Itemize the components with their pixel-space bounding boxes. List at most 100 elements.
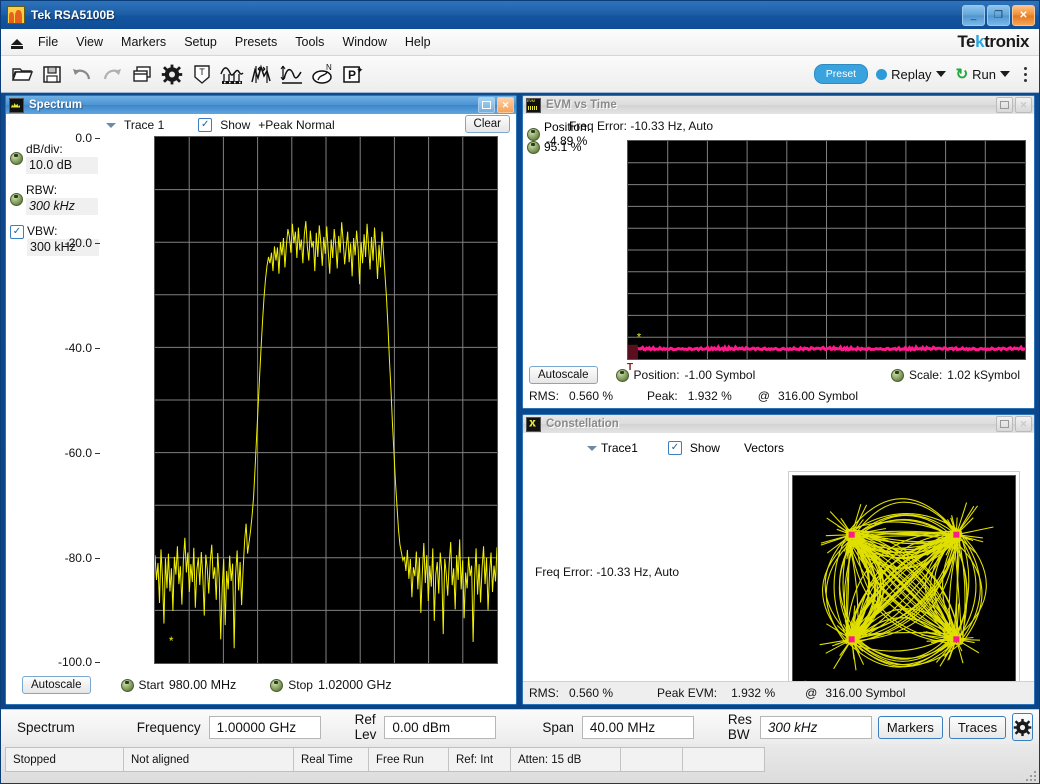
- constellation-trace-label: Trace1: [601, 441, 638, 455]
- preset-p-icon[interactable]: P ✦: [337, 59, 367, 89]
- evm-scale-value[interactable]: 1.02 kSymbol: [947, 368, 1020, 382]
- spectrum-body: Trace 1 ✓ Show +Peak Normal Clear dB/div…: [6, 114, 516, 704]
- constellation-panel: Constellation ✕ Trace1 ✓ Show Vectors Fr…: [522, 414, 1035, 705]
- stop-value[interactable]: 1.02000 GHz: [318, 678, 392, 692]
- measurement-label: Spectrum: [17, 719, 75, 735]
- close-button[interactable]: ✕: [1012, 5, 1035, 26]
- menu-markers[interactable]: Markers: [112, 32, 175, 52]
- frequency-label: Frequency: [136, 719, 201, 735]
- kebab-menu-icon[interactable]: [1018, 66, 1033, 82]
- spectrum-show-checkbox[interactable]: ✓: [198, 118, 213, 132]
- run-label: Run: [972, 66, 996, 82]
- resize-grip[interactable]: [1022, 767, 1036, 781]
- evm-position-value[interactable]: -4.89 %: [546, 134, 587, 148]
- spectrum-plot[interactable]: *: [154, 136, 498, 664]
- save-disk-icon[interactable]: [37, 59, 67, 89]
- minimize-button[interactable]: _: [962, 5, 985, 26]
- evm-footer-row2: RMS: 0.560 % Peak: 1.932 % @ 316.00 Symb…: [523, 386, 1034, 406]
- evm-position-knob-icon[interactable]: [527, 127, 540, 141]
- reflev-input[interactable]: 0.00 dBm: [384, 715, 497, 739]
- open-folder-icon[interactable]: [7, 59, 37, 89]
- evm-x-position-field[interactable]: Position: -1.00 Symbol: [615, 368, 756, 382]
- constellation-freq-error: Freq Error: -10.33 Hz, Auto: [535, 565, 680, 579]
- preset-button[interactable]: Preset: [813, 64, 869, 84]
- chevron-down-icon-run[interactable]: [1000, 71, 1010, 77]
- evm-plot[interactable]: *: [627, 140, 1026, 360]
- menu-file[interactable]: File: [29, 32, 67, 52]
- evm-x-position-knob-icon[interactable]: [615, 368, 629, 382]
- constellation-trace-dropdown-icon[interactable]: [587, 445, 597, 451]
- trigger-icon[interactable]: T: [187, 59, 217, 89]
- constellation-window-controls: ✕: [996, 416, 1032, 432]
- eject-icon[interactable]: [5, 32, 29, 52]
- status-reference: Ref: Int: [449, 748, 511, 771]
- menu-view[interactable]: View: [67, 32, 112, 52]
- restore-button[interactable]: ❐: [987, 5, 1010, 26]
- constellation-plot[interactable]: *: [792, 475, 1016, 699]
- evm-close-button[interactable]: ✕: [1015, 97, 1032, 113]
- chevron-down-icon[interactable]: [935, 71, 946, 77]
- traces-button[interactable]: Traces: [948, 715, 1007, 739]
- evm-footer: Autoscale Position: -1.00 Symbol Scale:: [523, 364, 1034, 408]
- windows-cascade-icon[interactable]: [127, 59, 157, 89]
- status-attenuator: Atten: 15 dB: [511, 748, 621, 771]
- stop-knob-icon[interactable]: [270, 678, 284, 692]
- span-input[interactable]: 40.00 MHz: [581, 715, 694, 739]
- evm-panel: EVM vs Time ✕ Freq Error: -10.33 Hz, Aut…: [522, 95, 1035, 409]
- settings-gear-button[interactable]: [1012, 713, 1034, 741]
- evm-scale-field[interactable]: Scale: 1.02 kSymbol: [890, 368, 1020, 382]
- replay-control[interactable]: Replay: [874, 67, 947, 82]
- evm-window-controls: ✕: [996, 97, 1032, 113]
- svg-text:*: *: [637, 332, 642, 344]
- constellation-close-button[interactable]: ✕: [1015, 416, 1032, 432]
- constellation-restore-button[interactable]: [996, 416, 1013, 432]
- resbw-input[interactable]: 300 kHz: [759, 715, 872, 739]
- evm-rms-value: 0.560 %: [569, 389, 614, 403]
- constellation-peak-label: Peak EVM:: [657, 686, 718, 700]
- menu-help[interactable]: Help: [396, 32, 440, 52]
- constellation-rms-label: RMS:: [529, 686, 559, 700]
- markers-button[interactable]: Markers: [877, 715, 943, 739]
- evm-peak-label: Peak:: [647, 389, 678, 403]
- constellation-show-checkbox[interactable]: ✓: [667, 441, 682, 455]
- evm-footer-row1: Autoscale Position: -1.00 Symbol Scale:: [523, 364, 1034, 386]
- spectrum-clear-button[interactable]: Clear: [464, 115, 510, 133]
- constellation-rms-value: 0.560 %: [569, 686, 614, 700]
- start-value[interactable]: 980.00 MHz: [169, 678, 236, 692]
- evm-rms-label: RMS:: [529, 389, 559, 403]
- menu-setup[interactable]: Setup: [175, 32, 226, 52]
- evm-at-label: @: [757, 389, 770, 403]
- evm-scale-knob-icon[interactable]: [890, 368, 904, 382]
- y-tick-label-20: -20.0: [64, 236, 92, 250]
- spectrum-close-button[interactable]: ✕: [497, 97, 514, 113]
- evm-position-control[interactable]: Position: -4.89 %: [527, 120, 590, 148]
- menu-presets[interactable]: Presets: [226, 32, 286, 52]
- redo-icon[interactable]: [97, 59, 127, 89]
- markers-peak-icon[interactable]: [247, 59, 277, 89]
- spectrum-stop-field[interactable]: Stop 1.02000 GHz: [270, 678, 392, 692]
- status-bar: Stopped Not aligned Real Time Free Run R…: [1, 744, 1039, 783]
- evm-restore-button[interactable]: [996, 97, 1013, 113]
- trace-dropdown-icon[interactable]: [106, 122, 116, 128]
- undo-icon[interactable]: [67, 59, 97, 89]
- noise-figure-icon[interactable]: N: [307, 59, 337, 89]
- frequency-input[interactable]: 1.00000 GHz: [208, 715, 321, 739]
- start-knob-icon[interactable]: [120, 678, 134, 692]
- spectrum-restore-button[interactable]: [478, 97, 495, 113]
- settings-gear-icon[interactable]: [157, 59, 187, 89]
- window-controls: _ ❐ ✕: [962, 5, 1035, 26]
- amplitude-icon[interactable]: [277, 59, 307, 89]
- menu-window[interactable]: Window: [333, 32, 395, 52]
- replay-status-dot: [876, 68, 888, 80]
- spectrum-start-field[interactable]: Start 980.00 MHz: [120, 678, 236, 692]
- span-label: Span: [542, 719, 574, 735]
- constellation-at-value: 316.00 Symbol: [825, 686, 906, 700]
- spectrum-footer: Autoscale Start 980.00 MHz Stop 1.02000 …: [6, 668, 516, 702]
- evm-main: 95.1 % Position: -4.89 % * T: [523, 120, 1034, 373]
- run-control[interactable]: ↻ Run: [954, 65, 1012, 83]
- evm-x-position-value[interactable]: -1.00 Symbol: [685, 368, 756, 382]
- spectrum-autoscale-button[interactable]: Autoscale: [22, 676, 91, 694]
- menu-tools[interactable]: Tools: [286, 32, 333, 52]
- evm-autoscale-button[interactable]: Autoscale: [529, 366, 598, 384]
- spectrogram-icon[interactable]: [217, 59, 247, 89]
